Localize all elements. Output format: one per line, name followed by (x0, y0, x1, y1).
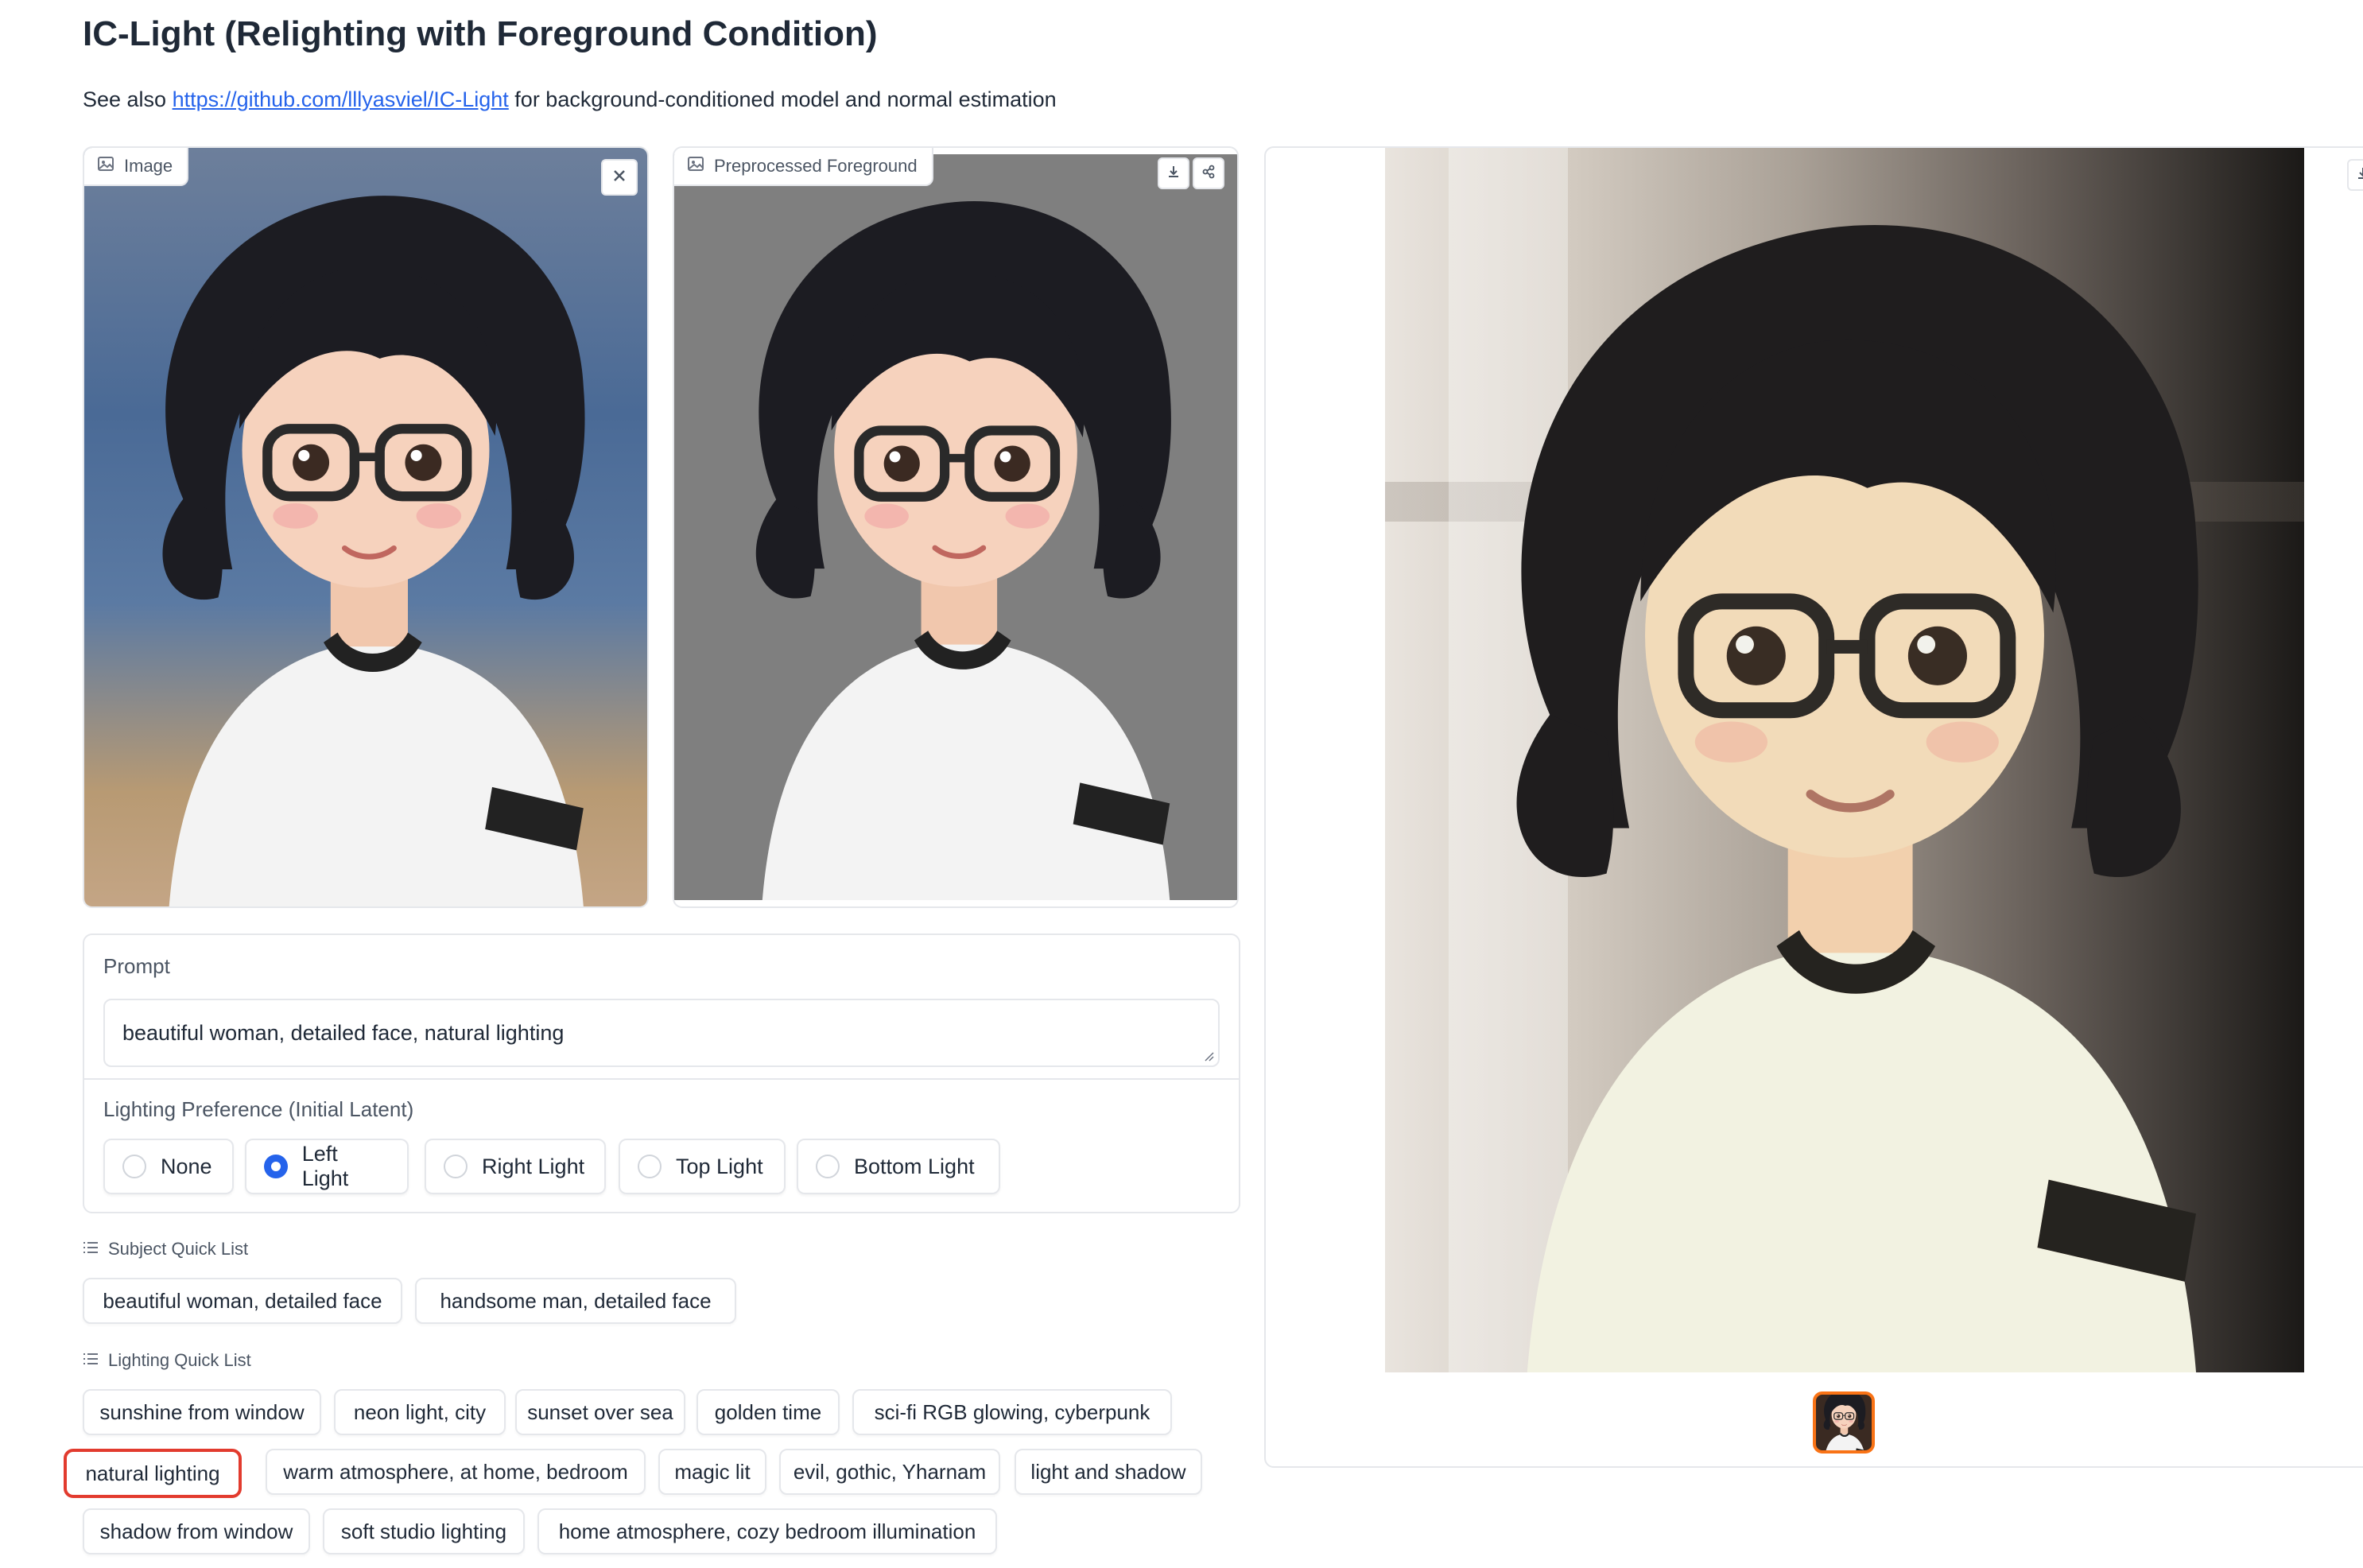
radio-bottom-light[interactable]: Bottom Light (797, 1139, 1000, 1194)
subtitle-suffix: for background-conditioned model and nor… (514, 87, 1057, 111)
radio-dot-selected (264, 1155, 288, 1178)
radio-dot (638, 1155, 662, 1178)
page-subtitle: See also https://github.com/lllyasviel/I… (83, 87, 1057, 112)
image-icon (687, 155, 704, 177)
lighting-chip[interactable]: golden time (696, 1389, 840, 1435)
image-input-panel[interactable]: Image (83, 146, 649, 908)
image-icon (97, 155, 114, 177)
radio-top-light[interactable]: Top Light (619, 1139, 786, 1194)
result-image[interactable] (1385, 148, 2304, 1372)
prompt-label: Prompt (103, 954, 170, 978)
radio-right-light[interactable]: Right Light (425, 1139, 606, 1194)
share-icon (1201, 165, 1216, 183)
radio-label: Bottom Light (854, 1154, 975, 1178)
share-button[interactable] (1193, 157, 1224, 189)
lighting-chip[interactable]: sci-fi RGB glowing, cyberpunk (852, 1389, 1172, 1435)
result-gallery-panel (1264, 146, 2363, 1468)
lighting-chip[interactable]: sunset over sea (515, 1389, 685, 1435)
radio-none[interactable]: None (103, 1139, 234, 1194)
image-input-label: Image (84, 148, 189, 186)
radio-label: Left Light (301, 1142, 349, 1190)
result-thumbnail[interactable] (1813, 1391, 1875, 1454)
download-button[interactable] (1158, 157, 1189, 189)
prompt-input[interactable]: beautiful woman, detailed face, natural … (103, 999, 1220, 1067)
preprocessed-label: Preprocessed Foreground (674, 148, 933, 186)
resize-handle-icon[interactable] (1202, 1050, 1215, 1062)
preprocessed-foreground-panel: Preprocessed Foreground (673, 146, 1239, 908)
preprocessed-image (674, 154, 1237, 900)
prompt-value: beautiful woman, detailed face, natural … (122, 1020, 565, 1045)
image-input-title: Image (124, 156, 173, 176)
clear-image-button[interactable] (601, 159, 638, 196)
download-icon (1166, 165, 1181, 183)
lighting-chip[interactable]: evil, gothic, Yharnam (779, 1449, 1000, 1495)
lighting-chip[interactable]: home atmosphere, cozy bedroom illuminati… (537, 1508, 997, 1554)
radio-left-light[interactable]: Left Light (245, 1139, 409, 1194)
radio-dot (816, 1155, 840, 1178)
input-image (84, 148, 647, 906)
radio-label: Right Light (482, 1154, 585, 1178)
page-title: IC-Light (Relighting with Foreground Con… (83, 14, 878, 53)
radio-label: None (161, 1154, 212, 1178)
prompt-form: Prompt beautiful woman, detailed face, n… (83, 933, 1240, 1213)
radio-label: Top Light (676, 1154, 763, 1178)
lighting-quick-list-label: Lighting Quick List (83, 1350, 251, 1371)
lighting-chip[interactable]: sunshine from window (83, 1389, 321, 1435)
lighting-chip[interactable]: warm atmosphere, at home, bedroom (266, 1449, 646, 1495)
lighting-chip[interactable]: light and shadow (1015, 1449, 1202, 1495)
subtitle-prefix: See also (83, 87, 167, 111)
subject-quick-list-label: Subject Quick List (83, 1239, 248, 1259)
lighting-chip-natural-lighting[interactable]: natural lighting (64, 1449, 242, 1498)
close-icon (612, 169, 627, 187)
github-link[interactable]: https://github.com/lllyasviel/IC-Light (173, 87, 509, 111)
list-icon (83, 1239, 99, 1259)
download-icon (2356, 166, 2363, 184)
lighting-chip[interactable]: neon light, city (334, 1389, 506, 1435)
preprocessed-title: Preprocessed Foreground (714, 156, 918, 176)
radio-dot (122, 1155, 146, 1178)
result-download-button[interactable] (2347, 159, 2363, 191)
subject-quick-list-title: Subject Quick List (108, 1239, 249, 1259)
lighting-chip[interactable]: magic lit (658, 1449, 766, 1495)
radio-dot (444, 1155, 468, 1178)
lighting-quick-list-title: Lighting Quick List (108, 1350, 251, 1370)
form-divider (84, 1078, 1239, 1080)
subject-chip[interactable]: handsome man, detailed face (415, 1278, 736, 1324)
lighting-preference-label: Lighting Preference (Initial Latent) (103, 1097, 414, 1121)
subject-chip[interactable]: beautiful woman, detailed face (83, 1278, 402, 1324)
lighting-chip[interactable]: shadow from window (83, 1508, 310, 1554)
list-icon (83, 1350, 99, 1371)
lighting-chip[interactable]: soft studio lighting (323, 1508, 525, 1554)
